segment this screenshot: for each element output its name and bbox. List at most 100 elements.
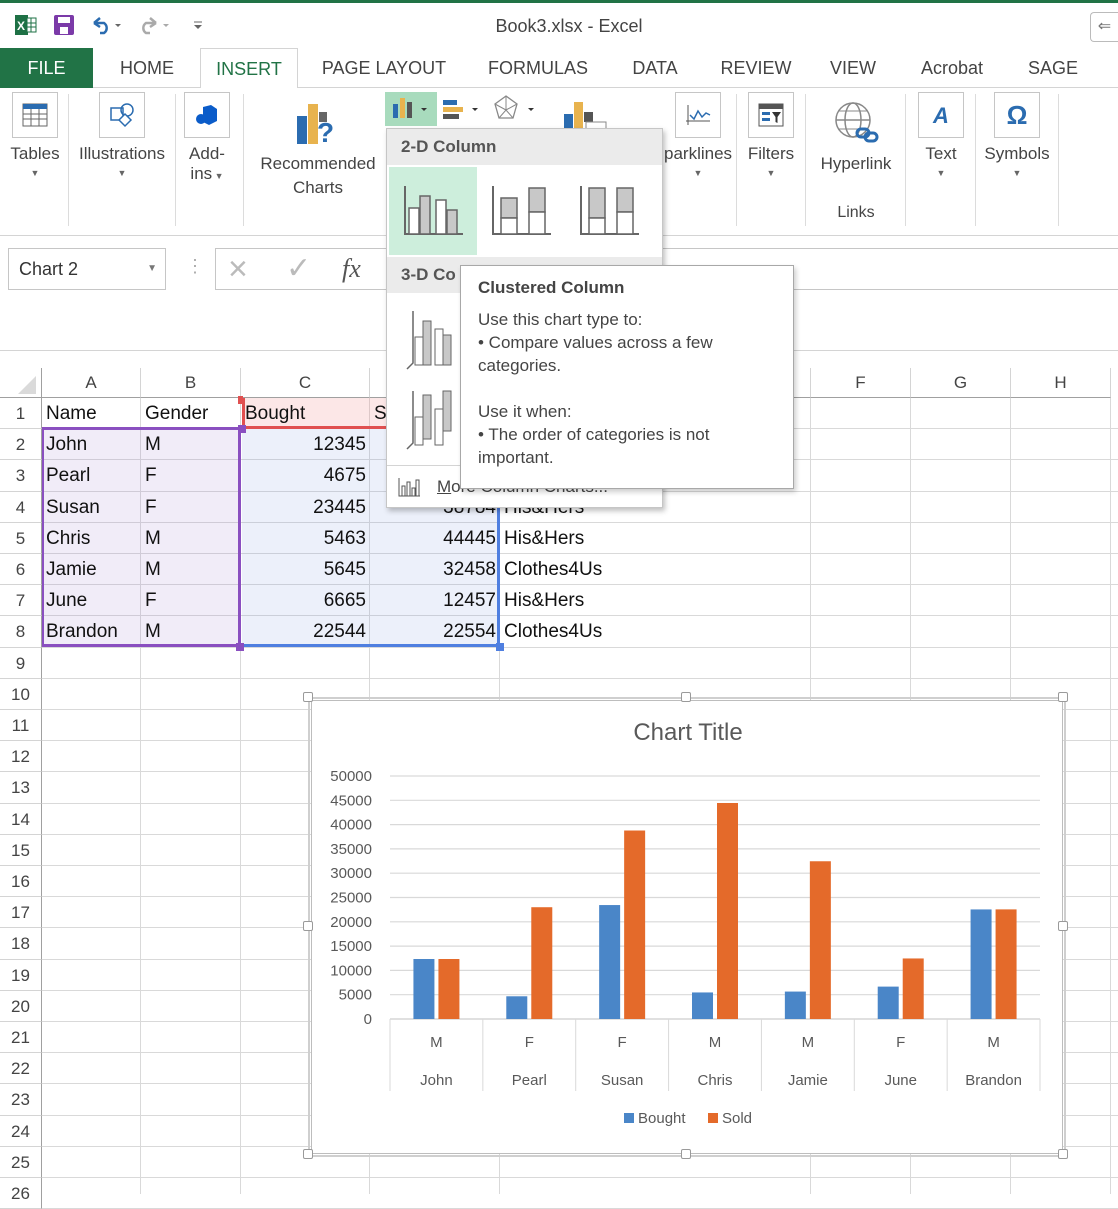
bar-sold[interactable]	[902, 958, 924, 1019]
insert-bar-chart-button[interactable]	[440, 92, 486, 126]
column-header-g[interactable]: G	[911, 368, 1011, 398]
row-header-18[interactable]: 18	[0, 928, 42, 960]
insert-column-chart-button[interactable]	[385, 92, 437, 126]
chart-resize-handle[interactable]	[303, 692, 313, 702]
column-header-h[interactable]: H	[1011, 368, 1111, 398]
row-header-22[interactable]: 22	[0, 1053, 42, 1085]
row-header-8[interactable]: 8	[0, 616, 42, 648]
row-header-3[interactable]: 3	[0, 460, 42, 492]
cell-c1[interactable]: Bought	[241, 398, 370, 429]
tab-view[interactable]: VIEW	[822, 48, 884, 88]
cell-bought[interactable]: 5645	[241, 554, 370, 585]
chevron-down-icon[interactable]: ▼	[147, 249, 157, 289]
cell-name[interactable]: Susan	[42, 492, 141, 523]
cell-b1[interactable]: Gender	[141, 398, 241, 429]
tab-sage[interactable]: SAGE	[1020, 48, 1086, 88]
cell-bought[interactable]: 12345	[241, 429, 370, 460]
insert-function-icon[interactable]: fx	[342, 251, 361, 287]
bar-bought[interactable]	[970, 909, 992, 1019]
row-header-21[interactable]: 21	[0, 1022, 42, 1054]
row-header-12[interactable]: 12	[0, 741, 42, 773]
chart-resize-handle[interactable]	[1058, 692, 1068, 702]
cell-store[interactable]: Clothes4Us	[500, 616, 811, 647]
tab-acrobat[interactable]: Acrobat	[908, 48, 996, 88]
tab-review[interactable]: REVIEW	[714, 48, 798, 88]
name-box[interactable]: Chart 2 ▼	[8, 248, 166, 290]
chart-resize-handle[interactable]	[1058, 1149, 1068, 1159]
cell-bought[interactable]: 22544	[241, 616, 370, 647]
bar-bought[interactable]	[599, 905, 621, 1019]
tables-button[interactable]: Tables ▼	[6, 92, 64, 178]
cell-name[interactable]: Jamie	[42, 554, 141, 585]
sparklines-button[interactable]: parklines ▼	[664, 92, 732, 178]
bar-sold[interactable]	[531, 907, 553, 1019]
tab-page-layout[interactable]: PAGE LAYOUT	[312, 48, 456, 88]
row-header-13[interactable]: 13	[0, 772, 42, 804]
text-button[interactable]: A Text ▼	[912, 92, 970, 178]
row-header-17[interactable]: 17	[0, 897, 42, 929]
column-header-c[interactable]: C	[241, 368, 370, 398]
bar-bought[interactable]	[784, 991, 806, 1019]
illustrations-button[interactable]: Illustrations ▼	[72, 92, 172, 178]
addins-button[interactable]: Add- ins ▼	[182, 92, 232, 184]
row-header-6[interactable]: 6	[0, 554, 42, 586]
cell-bought[interactable]: 5463	[241, 523, 370, 554]
tab-data[interactable]: DATA	[622, 48, 688, 88]
cell-bought[interactable]: 23445	[241, 492, 370, 523]
chart-resize-handle[interactable]	[303, 1149, 313, 1159]
cell-bought[interactable]: 4675	[241, 460, 370, 491]
chart-2[interactable]: Chart Title 0 5000 10000 15000 20000 25000 300…	[311, 700, 1063, 1154]
tab-insert[interactable]: INSERT	[200, 48, 298, 89]
bar-sold[interactable]	[995, 909, 1017, 1019]
row-header-10[interactable]: 10	[0, 678, 42, 710]
cell-name[interactable]: Pearl	[42, 460, 141, 491]
stacked-column-option[interactable]	[477, 167, 565, 255]
row-header-7[interactable]: 7	[0, 585, 42, 617]
chart-resize-handle[interactable]	[681, 692, 691, 702]
bar-bought[interactable]	[692, 992, 713, 1019]
cell-name[interactable]: Chris	[42, 523, 141, 554]
cancel-icon[interactable]: ×	[228, 251, 248, 287]
cell-gender[interactable]: M	[141, 523, 241, 554]
cell-store[interactable]: His&Hers	[500, 585, 811, 616]
row-header-19[interactable]: 19	[0, 959, 42, 991]
row-header-14[interactable]: 14	[0, 803, 42, 835]
row-header-2[interactable]: 2	[0, 429, 42, 461]
chart-resize-handle[interactable]	[1058, 921, 1068, 931]
chart-resize-handle[interactable]	[303, 921, 313, 931]
column-header-b[interactable]: B	[141, 368, 241, 398]
row-header-9[interactable]: 9	[0, 647, 42, 679]
bar-bought[interactable]	[877, 986, 899, 1019]
restore-ribbon-icon[interactable]: ⇐	[1090, 12, 1118, 42]
row-header-24[interactable]: 24	[0, 1115, 42, 1147]
column-header-f[interactable]: F	[811, 368, 911, 398]
100-stacked-column-option[interactable]	[565, 167, 653, 255]
enter-icon[interactable]: ✓	[286, 251, 311, 287]
cell-gender[interactable]: M	[141, 429, 241, 460]
row-header-1[interactable]: 1	[0, 398, 42, 430]
cell-gender[interactable]: M	[141, 554, 241, 585]
row-header-4[interactable]: 4	[0, 491, 42, 523]
row-header-11[interactable]: 11	[0, 710, 42, 742]
cell-store[interactable]: His&Hers	[500, 523, 811, 554]
row-header-20[interactable]: 20	[0, 990, 42, 1022]
cell-name[interactable]: June	[42, 585, 141, 616]
cell-name[interactable]: Brandon	[42, 616, 141, 647]
cell-a1[interactable]: Name	[42, 398, 141, 429]
row-header-5[interactable]: 5	[0, 522, 42, 554]
tab-file[interactable]: FILE	[0, 48, 93, 88]
recommended-charts-button[interactable]: ? Recommended Charts	[250, 92, 386, 202]
insert-radar-chart-button[interactable]	[490, 92, 540, 126]
row-header-25[interactable]: 25	[0, 1146, 42, 1178]
select-all-corner[interactable]	[0, 368, 42, 398]
cell-sold[interactable]: 32458	[370, 554, 500, 585]
bar-sold[interactable]	[809, 861, 831, 1019]
column-header-a[interactable]: A	[42, 368, 141, 398]
chart-resize-handle[interactable]	[681, 1149, 691, 1159]
formula-bar-grip-icon[interactable]: ⋮	[186, 256, 204, 277]
bar-bought[interactable]	[413, 959, 435, 1019]
cell-gender[interactable]: M	[141, 616, 241, 647]
bar-sold[interactable]	[624, 830, 646, 1019]
cell-gender[interactable]: F	[141, 492, 241, 523]
clustered-column-option[interactable]	[389, 167, 477, 255]
